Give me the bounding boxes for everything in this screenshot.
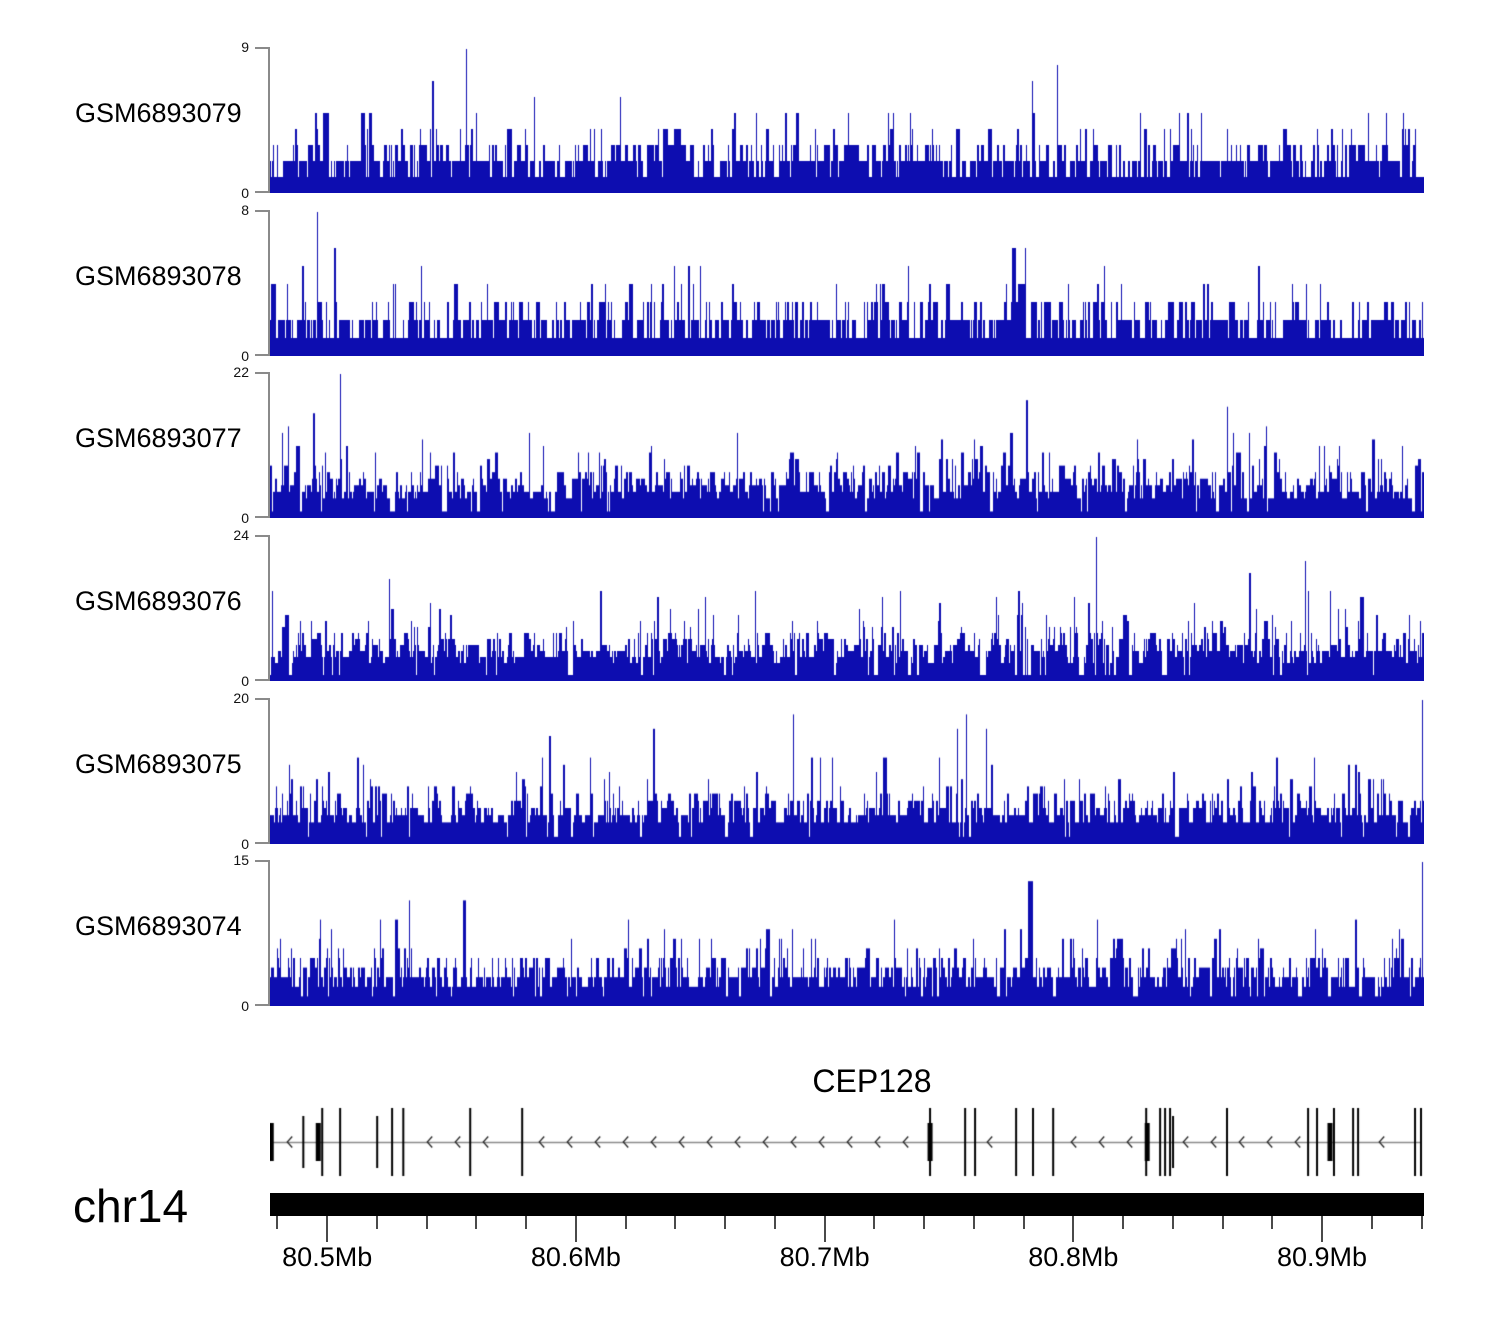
axis-minor-tick <box>972 1216 975 1229</box>
y-axis-bottom-tick <box>255 191 269 193</box>
coverage-track: GSM6893078 8 0 <box>0 202 1500 364</box>
coverage-signal-plot <box>270 860 1424 1006</box>
axis-major-tick <box>1321 1216 1324 1242</box>
y-axis-top-tick <box>255 210 269 212</box>
track-sample-label: GSM6893076 <box>75 586 242 616</box>
coverage-signal-plot <box>270 372 1424 518</box>
axis-tick-label: 80.5Mb <box>282 1242 373 1272</box>
y-axis-max-label: 20 <box>233 690 249 706</box>
axis-minor-tick <box>525 1216 528 1229</box>
chromosome-ideogram-bar <box>270 1193 1424 1216</box>
axis-minor-tick <box>375 1216 378 1229</box>
axis-tick-label: 80.7Mb <box>779 1242 870 1272</box>
y-axis-min-label: 0 <box>241 510 249 526</box>
axis-minor-tick <box>1221 1216 1224 1229</box>
axis-major-tick <box>326 1216 329 1242</box>
track-sample-label: GSM6893077 <box>75 423 242 453</box>
axis-minor-tick <box>1171 1216 1174 1229</box>
y-axis-max-label: 15 <box>233 852 249 868</box>
axis-minor-tick <box>425 1216 428 1229</box>
y-axis-bottom-tick <box>255 354 269 356</box>
axis-major-tick <box>574 1216 577 1242</box>
y-axis-max-label: 8 <box>241 202 249 218</box>
track-sample-label: GSM6893074 <box>75 911 242 941</box>
axis-minor-tick <box>773 1216 776 1229</box>
y-axis-max-label: 22 <box>233 364 249 380</box>
gene-model-diagram <box>270 1104 1424 1184</box>
y-axis-max-label: 9 <box>241 39 249 55</box>
y-axis-bottom-tick <box>255 679 269 681</box>
y-axis-bottom-tick <box>255 1004 269 1006</box>
axis-minor-tick <box>1271 1216 1274 1229</box>
axis-tick-label: 80.8Mb <box>1028 1242 1119 1272</box>
axis-minor-tick <box>724 1216 727 1229</box>
y-axis-top-tick <box>255 698 269 700</box>
y-axis-bottom-tick <box>255 516 269 518</box>
coverage-signal-plot <box>270 698 1424 844</box>
axis-tick-label: 80.6Mb <box>530 1242 621 1272</box>
chromosome-label: chr14 <box>73 1180 189 1232</box>
track-sample-label: GSM6893079 <box>75 98 242 128</box>
y-axis-min-label: 0 <box>241 998 249 1014</box>
coverage-track: GSM6893075 20 0 <box>0 690 1500 852</box>
y-axis-min-label: 0 <box>241 348 249 364</box>
axis-major-tick <box>823 1216 826 1242</box>
axis-minor-tick <box>1370 1216 1373 1229</box>
axis-minor-tick <box>475 1216 478 1229</box>
y-axis-min-label: 0 <box>241 673 249 689</box>
coverage-signal-plot <box>270 210 1424 356</box>
coverage-track: GSM6893074 15 0 <box>0 852 1500 1014</box>
genome-browser-figure: GSM6893079 9 0 GSM6893078 8 0 GSM6893077… <box>0 0 1500 1320</box>
coverage-signal-plot <box>270 47 1424 193</box>
axis-minor-tick <box>1122 1216 1125 1229</box>
track-sample-label: GSM6893075 <box>75 749 242 779</box>
y-axis-top-tick <box>255 860 269 862</box>
axis-minor-tick <box>1022 1216 1025 1229</box>
coverage-track: GSM6893079 9 0 <box>0 39 1500 201</box>
axis-minor-tick <box>624 1216 627 1229</box>
axis-minor-tick <box>923 1216 926 1229</box>
track-sample-label: GSM6893078 <box>75 261 242 291</box>
y-axis-min-label: 0 <box>241 185 249 201</box>
axis-tick-label: 80.9Mb <box>1276 1242 1368 1272</box>
axis-minor-tick <box>873 1216 876 1229</box>
y-axis-max-label: 24 <box>233 527 249 543</box>
y-axis-top-tick <box>255 535 269 537</box>
axis-minor-tick <box>1420 1216 1423 1229</box>
y-axis-min-label: 0 <box>241 836 249 852</box>
gene-name-label: CEP128 <box>812 1063 932 1099</box>
coverage-track: GSM6893076 24 0 <box>0 527 1500 689</box>
coverage-signal-plot <box>270 535 1424 681</box>
coverage-track: GSM6893077 22 0 <box>0 364 1500 526</box>
axis-minor-tick <box>276 1216 279 1229</box>
axis-major-tick <box>1072 1216 1075 1242</box>
y-axis-top-tick <box>255 372 269 374</box>
y-axis-bottom-tick <box>255 842 269 844</box>
axis-minor-tick <box>674 1216 677 1229</box>
y-axis-top-tick <box>255 47 269 49</box>
